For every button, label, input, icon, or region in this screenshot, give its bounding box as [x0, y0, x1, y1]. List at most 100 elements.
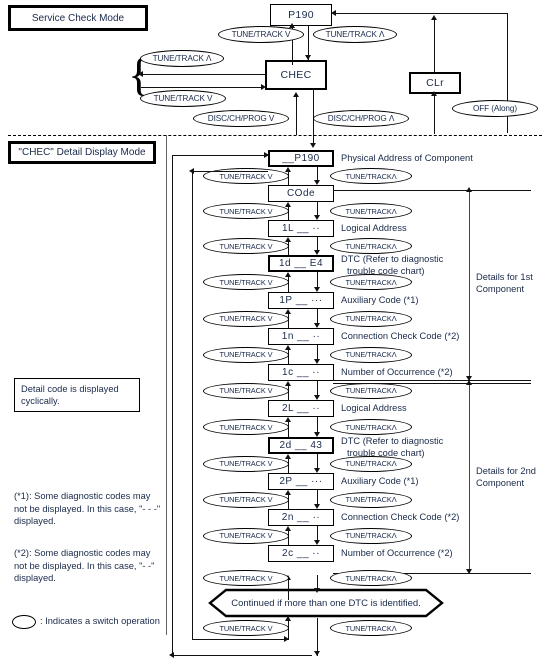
- connector-down-row-2p: [317, 490, 318, 505]
- switch-label: TUNE/TRACK V: [231, 30, 291, 39]
- state-box-chec-label: CHEC: [280, 69, 312, 81]
- arrow-left-to-p190: [331, 10, 336, 16]
- bracket-2nd-line2: Component: [476, 477, 525, 488]
- switch-up-row-1d[interactable]: TUNE/TRACKΛ: [330, 274, 412, 290]
- switch-up-row-code[interactable]: TUNE/TRACKΛ: [330, 203, 412, 219]
- state-box-clr-label: CLr: [426, 77, 444, 89]
- switch-up-row-2p[interactable]: TUNE/TRACKΛ: [330, 491, 412, 508]
- state-box-chec[interactable]: CHEC: [265, 60, 327, 90]
- code-box-label: 1P __ ···: [279, 295, 323, 306]
- switch-tune-track-up-p190[interactable]: TUNE/TRACK Λ: [313, 26, 397, 43]
- arrow-up-row-p190: [285, 167, 291, 172]
- connector-down-row-2l: [317, 417, 318, 433]
- code-box-row-1l[interactable]: 1L __ ··: [268, 220, 334, 237]
- switch-down-row-2d[interactable]: TUNE/TRACK V: [203, 455, 289, 472]
- switch-up-row-p190[interactable]: TUNE/TRACKΛ: [330, 168, 412, 184]
- connector-down-row-p190: [317, 167, 318, 181]
- connector-into-clr: [434, 94, 435, 134]
- switch-up-row-2n[interactable]: TUNE/TRACKΛ: [330, 527, 412, 544]
- connector-down-row-1p: [317, 309, 318, 324]
- arrow-down-to-rail: [314, 651, 320, 656]
- connector-chec-in-left: [141, 87, 262, 88]
- code-box-row-code[interactable]: COde: [268, 185, 334, 202]
- connector-down-row-code: [317, 202, 318, 216]
- switch-down-row-1c[interactable]: TUNE/TRACK V: [203, 382, 289, 399]
- note-asterisk-1: (*1): Some diagnostic codes may not be d…: [14, 491, 161, 526]
- switch-disc-ch-prog-up[interactable]: DISC/CH/PROG Λ: [313, 110, 409, 127]
- switch-down-row-2l[interactable]: TUNE/TRACK V: [203, 419, 289, 435]
- connector-up-into-2c: [288, 578, 289, 600]
- desc-row-1n: Connection Check Code (*2): [341, 331, 460, 341]
- switch-label: TUNE/TRACKΛ: [345, 314, 397, 323]
- connector-chec-up-from-detail: [296, 95, 297, 135]
- switch-up-row-1l[interactable]: TUNE/TRACKΛ: [330, 238, 412, 254]
- switch-down-row-1d[interactable]: TUNE/TRACK V: [203, 274, 289, 290]
- switch-up-row-1n[interactable]: TUNE/TRACKΛ: [330, 346, 412, 363]
- bracket2-arrow-down: [466, 569, 472, 574]
- arrow-up-row-1d: [285, 272, 291, 277]
- switch-down-row-1l[interactable]: TUNE/TRACK V: [203, 238, 289, 254]
- switch-label: TUNE/TRACKΛ: [345, 459, 397, 468]
- arrow-up-row-1l: [285, 237, 291, 242]
- code-box-row-1c[interactable]: 1c __ ··: [268, 364, 334, 381]
- code-box-row-p190[interactable]: __P190: [268, 150, 334, 167]
- switch-up-row-1c[interactable]: TUNE/TRACKΛ: [330, 382, 412, 399]
- rail-inner-left: [192, 171, 193, 639]
- switch-up-row-1p[interactable]: TUNE/TRACKΛ: [330, 310, 412, 327]
- switch-label: TUNE/TRACKΛ: [345, 171, 397, 181]
- bracket-2nd-label: Details for 2nd Component: [476, 466, 550, 489]
- arrow-up-into-chec: [293, 92, 299, 97]
- switch-label: TUNE/TRACK V: [219, 623, 273, 633]
- service-check-mode-diagram: Service Check Mode "CHEC" Detail Display…: [0, 0, 550, 669]
- switch-bottom-tune-track-down[interactable]: TUNE/TRACK V: [203, 620, 289, 636]
- code-box-row-1n[interactable]: 1n __ ··: [268, 328, 334, 345]
- code-box-row-2l[interactable]: 2L __ ··: [268, 400, 334, 417]
- rail-outer-bottom: [172, 655, 312, 656]
- switch-label: TUNE/TRACKΛ: [345, 206, 397, 216]
- code-box-label: 2c __ ··: [282, 548, 320, 559]
- connector-up-row-1l: [288, 241, 289, 255]
- switch-pre-hex-tune-track-up[interactable]: TUNE/TRACKΛ: [330, 570, 412, 586]
- chec-detail-display-mode-label: "CHEC" Detail Display Mode: [18, 147, 146, 158]
- code-box-row-2c[interactable]: 2c __ ··: [268, 545, 334, 562]
- switch-label: DISC/CH/PROG Λ: [327, 114, 395, 123]
- switch-down-row-1n[interactable]: TUNE/TRACK V: [203, 346, 289, 363]
- section-divider: [8, 135, 542, 136]
- switch-up-row-2l[interactable]: TUNE/TRACKΛ: [330, 419, 412, 435]
- switch-label: TUNE/TRACK V: [219, 386, 273, 395]
- switch-label: TUNE/TRACKΛ: [345, 277, 397, 287]
- switch-tune-track-down-p190[interactable]: TUNE/TRACK V: [218, 26, 304, 43]
- arrow-up-clr-top: [431, 15, 437, 20]
- connector-down-row-1d: [317, 272, 318, 288]
- note-cyclic-box: Detail code is displayed cyclically.: [14, 378, 140, 412]
- switch-disc-ch-prog-down[interactable]: DISC/CH/PROG V: [193, 110, 289, 127]
- switch-down-row-1p[interactable]: TUNE/TRACK V: [203, 310, 289, 327]
- code-box-row-2p[interactable]: 2P __ ···: [268, 473, 334, 490]
- switch-down-row-code[interactable]: TUNE/TRACK V: [203, 203, 289, 219]
- arrow-left-out-of-chec: [138, 71, 143, 77]
- arrow-up-row-1c: [285, 381, 291, 386]
- switch-up-row-2d[interactable]: TUNE/TRACKΛ: [330, 455, 412, 472]
- ellipse-icon: [12, 615, 36, 629]
- switch-label: TUNE/TRACK V: [219, 573, 273, 583]
- switch-tune-track-down-chec[interactable]: TUNE/TRACK V: [140, 90, 226, 107]
- switch-off-along[interactable]: OFF (Along): [452, 100, 538, 117]
- legend-label: : Indicates a switch operation: [40, 616, 160, 627]
- switch-tune-track-up-chec[interactable]: TUNE/TRACK Λ: [140, 50, 224, 67]
- code-box-row-1p[interactable]: 1P __ ···: [268, 292, 334, 309]
- switch-pre-hex-tune-track-down[interactable]: TUNE/TRACK V: [203, 570, 289, 586]
- switch-down-row-2p[interactable]: TUNE/TRACK V: [203, 491, 289, 508]
- switch-label: TUNE/TRACK V: [219, 495, 273, 504]
- switch-down-row-2n[interactable]: TUNE/TRACK V: [203, 527, 289, 544]
- desc-row-1c: Number of Occurrence (*2): [341, 367, 453, 377]
- switch-label: OFF (Along): [473, 104, 517, 113]
- code-box-row-2d[interactable]: 2d __ 43: [268, 437, 334, 454]
- switch-bottom-tune-track-up[interactable]: TUNE/TRACKΛ: [330, 620, 412, 636]
- continued-hexagon-label: Continued if more than one DTC is identi…: [231, 597, 421, 609]
- code-box-row-1d[interactable]: 1d __ E4: [268, 255, 334, 272]
- code-box-row-2n[interactable]: 2n __ ··: [268, 509, 334, 526]
- switch-label: TUNE/TRACKΛ: [345, 241, 397, 251]
- state-box-p190[interactable]: P190: [270, 4, 332, 26]
- connector-clr-to-p190: [334, 13, 508, 14]
- switch-label: TUNE/TRACKΛ: [345, 386, 397, 395]
